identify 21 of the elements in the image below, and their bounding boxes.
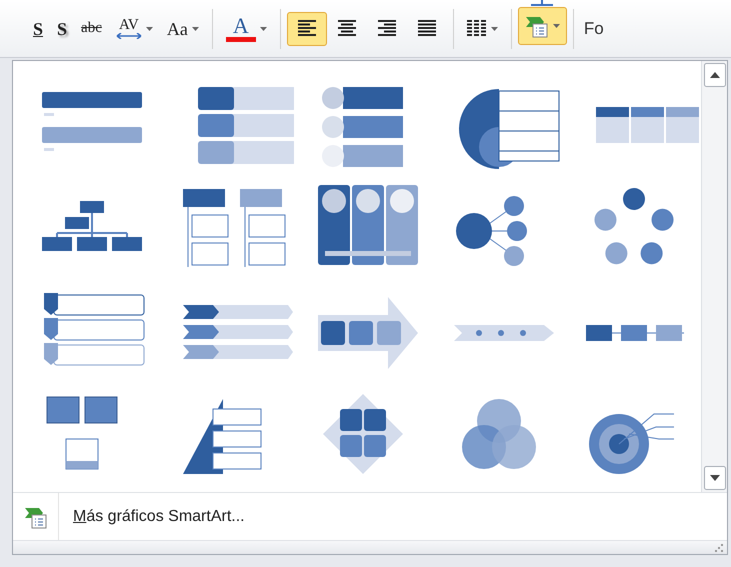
columns-icon: [466, 20, 487, 37]
scroll-down-icon[interactable]: [704, 466, 726, 490]
shadow-button[interactable]: S: [50, 12, 74, 46]
font-color-button[interactable]: A: [218, 12, 274, 46]
scrollbar[interactable]: [701, 61, 727, 492]
align-left-button[interactable]: [286, 12, 327, 46]
insert-icon: [529, 0, 556, 6]
align-center-icon: [338, 20, 356, 37]
resize-grip-icon[interactable]: [715, 544, 723, 552]
justify-icon: [418, 20, 436, 37]
align-left-icon: [298, 20, 316, 37]
case-button[interactable]: Aa: [160, 12, 206, 46]
align-right-icon: [378, 20, 396, 37]
spacing-button[interactable]: AV: [108, 12, 160, 46]
smartart-button[interactable]: [518, 6, 567, 44]
more-smartart-menu-item[interactable]: Más gráficos SmartArt...: [73, 504, 245, 528]
scroll-up-icon[interactable]: [704, 63, 726, 87]
double-arrow-icon: [116, 33, 142, 39]
underline-button[interactable]: S: [26, 12, 50, 46]
strike-button[interactable]: abc: [74, 12, 109, 46]
toolbar-label: Fo: [584, 18, 604, 40]
